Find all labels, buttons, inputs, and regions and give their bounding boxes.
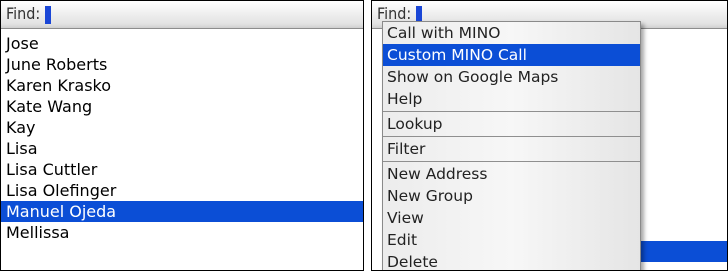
menu-separator <box>383 111 640 112</box>
selected-row-highlight <box>640 241 727 262</box>
contact-row[interactable]: Manuel Ojeda <box>1 201 363 222</box>
menu-item[interactable]: Filter <box>383 138 640 160</box>
menu-item[interactable]: Custom MINO Call <box>383 44 640 66</box>
find-label: Find: <box>6 4 41 23</box>
contact-row[interactable]: Lisa Cuttler <box>1 159 363 180</box>
address-book-menu-screen: Find: Call with MINO Custom MINO Call Show… <box>371 0 728 271</box>
menu-item[interactable]: Call with MINO <box>383 22 640 44</box>
menu-separator <box>383 161 640 162</box>
find-bar[interactable]: Find: <box>1 1 363 29</box>
menu-item[interactable]: New Address <box>383 163 640 185</box>
contact-row[interactable]: Jose <box>1 33 363 54</box>
menu-item[interactable]: Help <box>383 88 640 110</box>
contact-row[interactable]: Lisa Olefinger <box>1 180 363 201</box>
menu-separator <box>383 136 640 137</box>
address-book-screen: Find: Jose June Roberts Karen Krasko Kate W… <box>0 0 364 271</box>
menu-item[interactable]: Edit <box>383 229 640 251</box>
menu-item[interactable]: Show on Google Maps <box>383 66 640 88</box>
contact-row[interactable]: June Roberts <box>1 54 363 75</box>
text-cursor <box>45 6 51 24</box>
contact-row[interactable]: Mellissa <box>1 222 363 243</box>
contact-row[interactable]: Kate Wang <box>1 96 363 117</box>
contact-row[interactable]: Kay <box>1 117 363 138</box>
menu-item[interactable]: Lookup <box>383 113 640 135</box>
menu-item[interactable]: Delete <box>383 251 640 270</box>
contact-row[interactable]: Lisa <box>1 138 363 159</box>
menu-item[interactable]: View <box>383 207 640 229</box>
context-menu: Call with MINO Custom MINO Call Show on Go… <box>382 21 641 270</box>
menu-item[interactable]: New Group <box>383 185 640 207</box>
contact-list: Jose June Roberts Karen Krasko Kate Wang Kay… <box>1 33 363 243</box>
contact-row[interactable]: Karen Krasko <box>1 75 363 96</box>
